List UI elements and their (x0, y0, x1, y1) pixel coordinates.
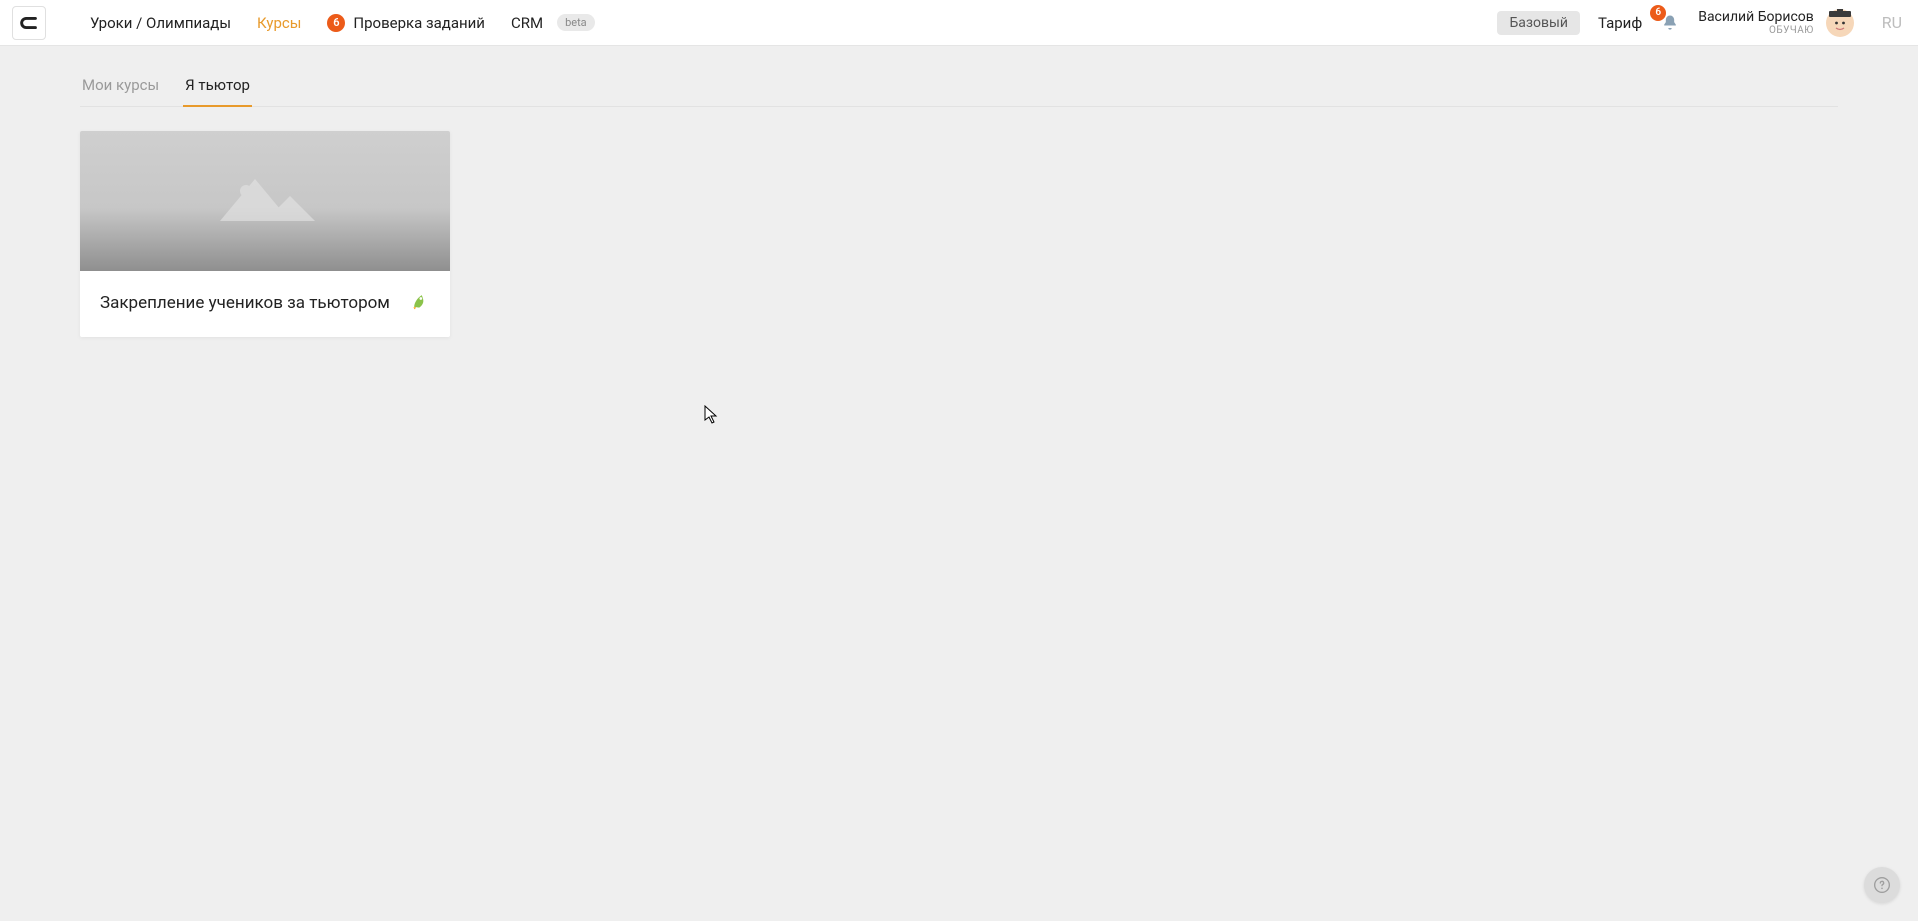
user-name: Василий Борисов (1698, 9, 1814, 25)
rocket-icon (410, 291, 430, 315)
question-icon (1874, 877, 1890, 893)
user-text: Василий Борисов ОБУЧАЮ (1698, 9, 1814, 36)
card-title: Закрепление учеников за тьютором (100, 292, 390, 314)
course-tabs: Мои курсы Я тьютор (80, 66, 1838, 107)
tab-tutor[interactable]: Я тьютор (183, 66, 252, 106)
nav-crm[interactable]: CRM beta (511, 14, 595, 32)
primary-nav: Уроки / Олимпиады Курсы 6 Проверка задан… (90, 14, 1497, 32)
image-placeholder-icon (200, 161, 330, 231)
nav-assignments-label: Проверка заданий (353, 14, 485, 32)
nav-courses[interactable]: Курсы (257, 14, 301, 32)
language-switch[interactable]: RU (1882, 13, 1902, 32)
cards-grid: Закрепление учеников за тьютором (80, 107, 1838, 337)
page-content: Мои курсы Я тьютор Закрепление учеников … (0, 66, 1918, 337)
topbar: Уроки / Олимпиады Курсы 6 Проверка задан… (0, 0, 1918, 46)
app-logo[interactable] (12, 6, 46, 40)
notifications-count: 6 (1650, 5, 1666, 21)
user-role: ОБУЧАЮ (1698, 25, 1814, 36)
user-menu[interactable]: Василий Борисов ОБУЧАЮ (1698, 9, 1854, 37)
nav-crm-label: CRM (511, 14, 543, 32)
beta-badge: beta (557, 14, 595, 31)
card-body: Закрепление учеников за тьютором (80, 271, 450, 337)
nav-lessons[interactable]: Уроки / Олимпиады (90, 14, 231, 32)
help-button[interactable] (1864, 867, 1900, 903)
nav-assignments[interactable]: 6 Проверка заданий (327, 14, 485, 32)
course-card[interactable]: Закрепление учеников за тьютором (80, 131, 450, 337)
plan-chip[interactable]: Базовый (1497, 11, 1580, 35)
avatar (1826, 9, 1854, 37)
assignments-badge: 6 (327, 14, 345, 32)
cursor-icon (704, 405, 720, 425)
avatar-icon (1826, 9, 1854, 37)
tariff-link[interactable]: Тариф (1598, 14, 1642, 32)
tab-my-courses[interactable]: Мои курсы (80, 66, 161, 106)
notifications-button[interactable]: 6 (1660, 13, 1680, 33)
header-right: Базовый Тариф 6 Василий Борисов ОБУЧАЮ (1497, 9, 1902, 37)
logo-icon (18, 12, 40, 34)
card-cover (80, 131, 450, 271)
